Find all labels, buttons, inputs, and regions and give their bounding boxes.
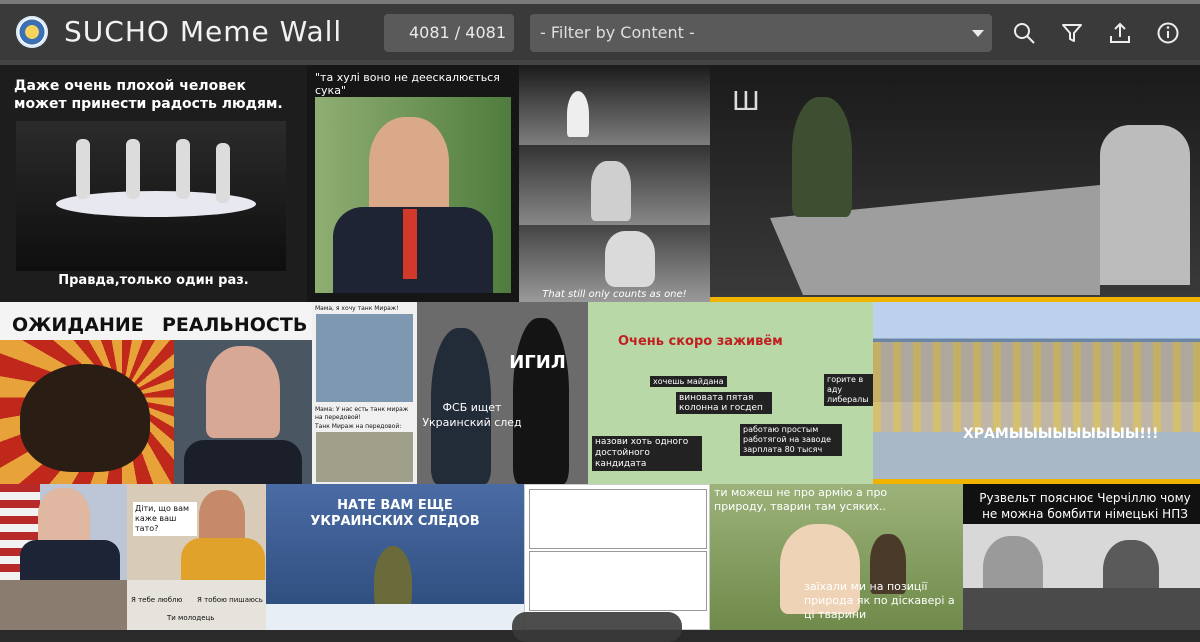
meme-counter[interactable]: 4081 / 4081 <box>384 14 514 52</box>
bubble-4: работаю простым работягой на заводе зарп… <box>740 424 842 456</box>
meme-line-3: Танк Мираж на передовой: <box>315 423 402 430</box>
meme-tile-biden[interactable] <box>0 484 127 580</box>
filter-icon[interactable] <box>1059 20 1085 46</box>
reality-label: РЕАЛЬНОСТЬ <box>162 314 308 336</box>
meme-tile-teacher[interactable]: Діти, що вам каже ваш тато? <box>127 484 266 580</box>
meme-line-1: Мама, я хочу танк Мираж! <box>315 305 399 312</box>
meme-caption: Діти, що вам каже ваш тато? <box>133 502 197 536</box>
meme-line-1: Я тебе люблю <box>131 596 183 604</box>
meme-tile-biden-bottom[interactable] <box>0 580 127 630</box>
meme-small-text: ФСБ ищет Украинский след <box>422 401 522 429</box>
meme-line-3: Ти молодець <box>167 614 215 622</box>
meme-tile-affirmations[interactable]: Я тебе люблю Я тобою пишаюсь Ти молодець <box>127 580 266 630</box>
meme-caption: ХРАМЫЫЫЫЫЫЫЫЫ!!! <box>963 426 1159 442</box>
meme-tile-owl[interactable]: НАТЕ ВАМ ЕЩЕ УКРАИНСКИХ СЛЕДОВ <box>266 484 524 630</box>
meme-line-2: Я тобою пишаюсь <box>197 596 263 604</box>
meme-tile-mirage-tank[interactable]: Мама, я хочу танк Мираж! Мама: У нас ест… <box>312 302 417 484</box>
meme-tile-office[interactable]: Очень скоро заживём хочешь майдана винов… <box>588 302 873 484</box>
sucho-logo[interactable] <box>16 16 48 48</box>
bottom-toolbar[interactable] <box>512 612 682 642</box>
meme-caption: Рузвельт пояснює Черчіллю чому не можна … <box>979 491 1191 521</box>
meme-tile-frogs[interactable] <box>524 484 710 630</box>
bubble-1: хочешь майдана <box>650 376 727 387</box>
bear-poster <box>0 340 174 484</box>
meme-tile-temples[interactable]: ХРАМЫЫЫЫЫЫЫЫЫ!!! <box>873 302 1200 484</box>
app-header: SUCHO Meme Wall 4081 / 4081 - Filter by … <box>0 4 1200 60</box>
meme-top-text: ти можеш не про армію а про природу, тва… <box>714 486 888 513</box>
bubble-3: горите в аду либералы <box>824 374 873 406</box>
bubble-2: виновата пятая колонна и госдеп <box>676 392 772 414</box>
meme-tile-politician[interactable]: "та хулі воно не деескалюється сука" <box>307 65 519 302</box>
meme-caption: That still only counts as one! <box>542 289 687 300</box>
meme-tile-ship[interactable]: Ш <box>710 65 1200 302</box>
trident-emblem: Ш <box>732 87 760 117</box>
meme-tile-ballet[interactable]: Даже очень плохой человек может принести… <box>0 65 307 302</box>
portrait-image <box>315 97 511 293</box>
info-icon[interactable] <box>1155 20 1181 46</box>
upload-icon[interactable] <box>1107 20 1133 46</box>
meme-big-text: ИГИЛ <box>509 352 566 373</box>
app-title: SUCHO Meme Wall <box>64 15 343 48</box>
filter-placeholder: - Filter by Content - <box>540 23 695 42</box>
meme-line-2: Мама: У нас есть танк мираж на передовой… <box>315 406 409 421</box>
meme-bottom-text: Правда,только один раз. <box>58 273 249 288</box>
chevron-down-icon <box>972 30 984 37</box>
meme-caption: "та хулі воно не деескалюється сука" <box>315 71 500 97</box>
meme-top-text: Даже очень плохой человек может принести… <box>14 78 283 112</box>
medvedev-photo <box>174 340 312 484</box>
meme-tile-isis[interactable]: ИГИЛ ФСБ ищет Украинский след <box>417 302 588 484</box>
meme-tile-expectation-reality[interactable]: ОЖИДАНИЕ РЕАЛЬНОСТЬ <box>0 302 312 484</box>
expectation-label: ОЖИДАНИЕ <box>12 314 144 336</box>
meme-caption: НАТЕ ВАМ ЕЩЕ УКРАИНСКИХ СЛЕДОВ <box>310 498 480 529</box>
stage-image <box>16 121 286 271</box>
meme-bottom-text: заїхали ми на позиції природа як по діск… <box>804 580 955 621</box>
content-filter-select[interactable]: - Filter by Content - <box>530 14 992 52</box>
search-icon[interactable] <box>1011 20 1037 46</box>
meme-tile-painting[interactable]: ти можеш не про армію а про природу, тва… <box>710 484 963 630</box>
meme-tile-night-vision[interactable]: That still only counts as one! <box>519 65 710 302</box>
meme-tile-roosevelt[interactable]: Рузвельт пояснює Черчіллю чому не можна … <box>963 484 1200 630</box>
meme-title: Очень скоро заживём <box>618 334 783 349</box>
bubble-5: назови хоть одного достойного кандидата <box>592 436 702 471</box>
